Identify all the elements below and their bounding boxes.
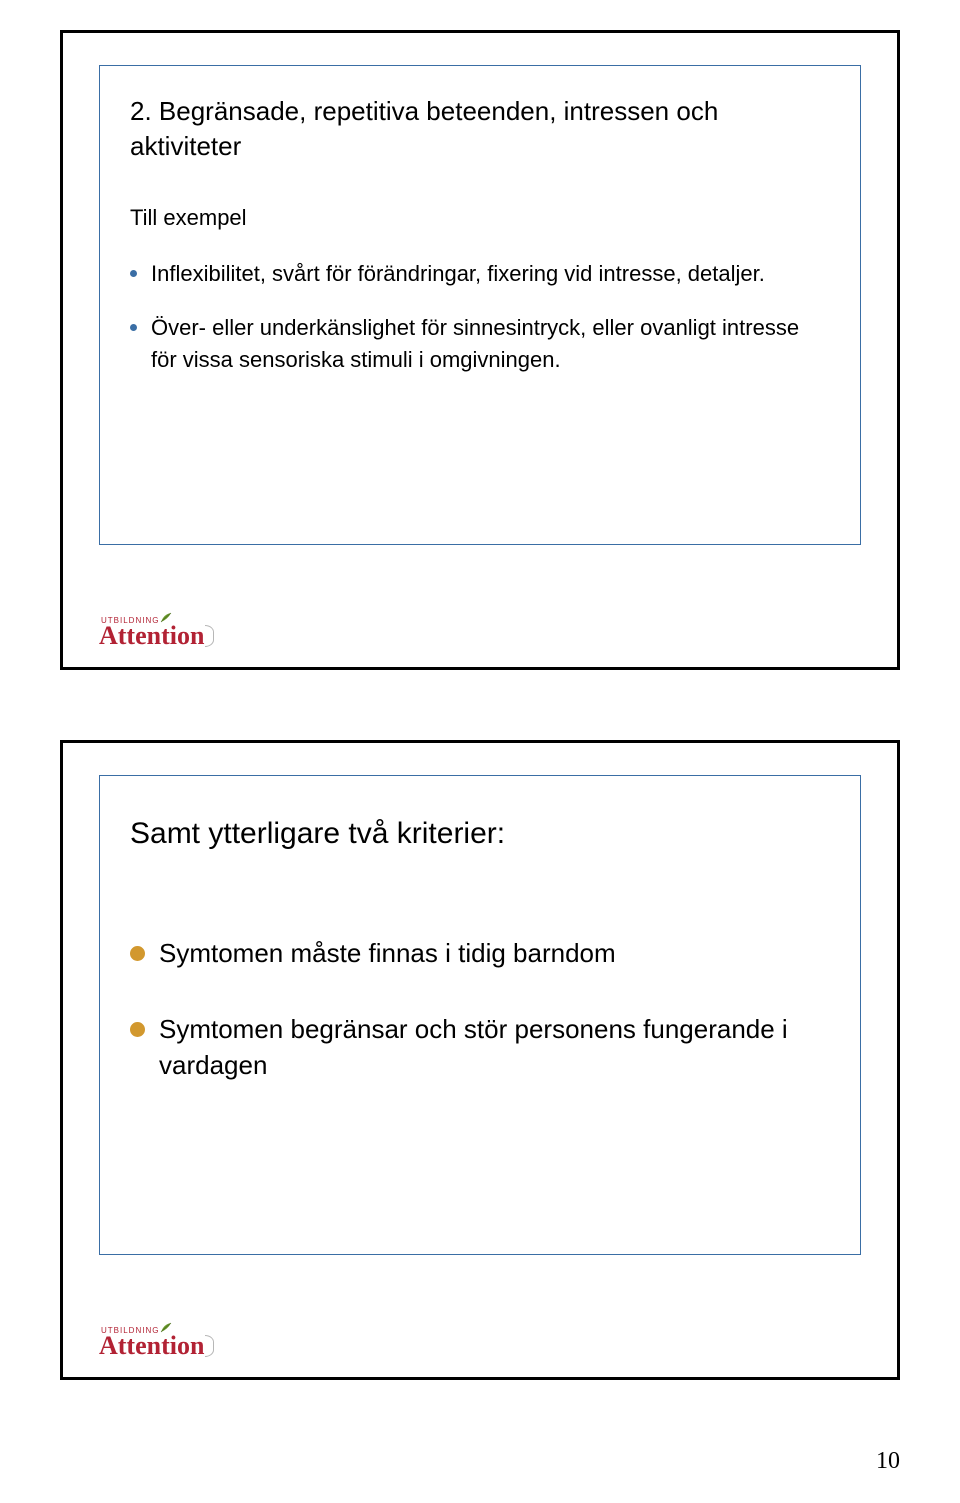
slide-2-bullet-2: Symtomen begränsar och stör personens fu… xyxy=(130,1011,830,1084)
slide-2-bullet-1: Symtomen måste finnas i tidig barndom xyxy=(130,935,830,971)
bullet-icon xyxy=(130,1022,145,1037)
logo-title: Attention xyxy=(99,1333,204,1359)
bullet-icon xyxy=(130,946,145,961)
bullet-text: Symtomen begränsar och stör personens fu… xyxy=(159,1011,830,1084)
page-number: 10 xyxy=(876,1448,900,1475)
slide-2-heading: Samt ytterligare två kriterier: xyxy=(130,814,830,855)
bullet-icon xyxy=(130,324,137,331)
slide-1-inner: 2. Begränsade, repetitiva beteenden, int… xyxy=(99,65,861,545)
logo: UTBILDNING Attention xyxy=(99,616,204,649)
bullet-icon xyxy=(130,270,137,277)
slide-1-heading: 2. Begränsade, repetitiva beteenden, int… xyxy=(130,94,830,164)
logo: UTBILDNING Attention xyxy=(99,1326,204,1359)
slide-1: 2. Begränsade, repetitiva beteenden, int… xyxy=(60,30,900,670)
bullet-text: Inflexibilitet, svårt för förändringar, … xyxy=(151,258,765,290)
bullet-text: Över- eller underkänslighet för sinnesin… xyxy=(151,312,830,376)
bullet-text: Symtomen måste finnas i tidig barndom xyxy=(159,935,616,971)
logo-title: Attention xyxy=(99,623,204,649)
slide-1-intro: Till exempel xyxy=(130,202,830,234)
slide-1-bullet-1: Inflexibilitet, svårt för förändringar, … xyxy=(130,258,830,290)
slide-1-bullet-2: Över- eller underkänslighet för sinnesin… xyxy=(130,312,830,376)
slide-2-inner: Samt ytterligare två kriterier: Symtomen… xyxy=(99,775,861,1255)
slide-2: Samt ytterligare två kriterier: Symtomen… xyxy=(60,740,900,1380)
